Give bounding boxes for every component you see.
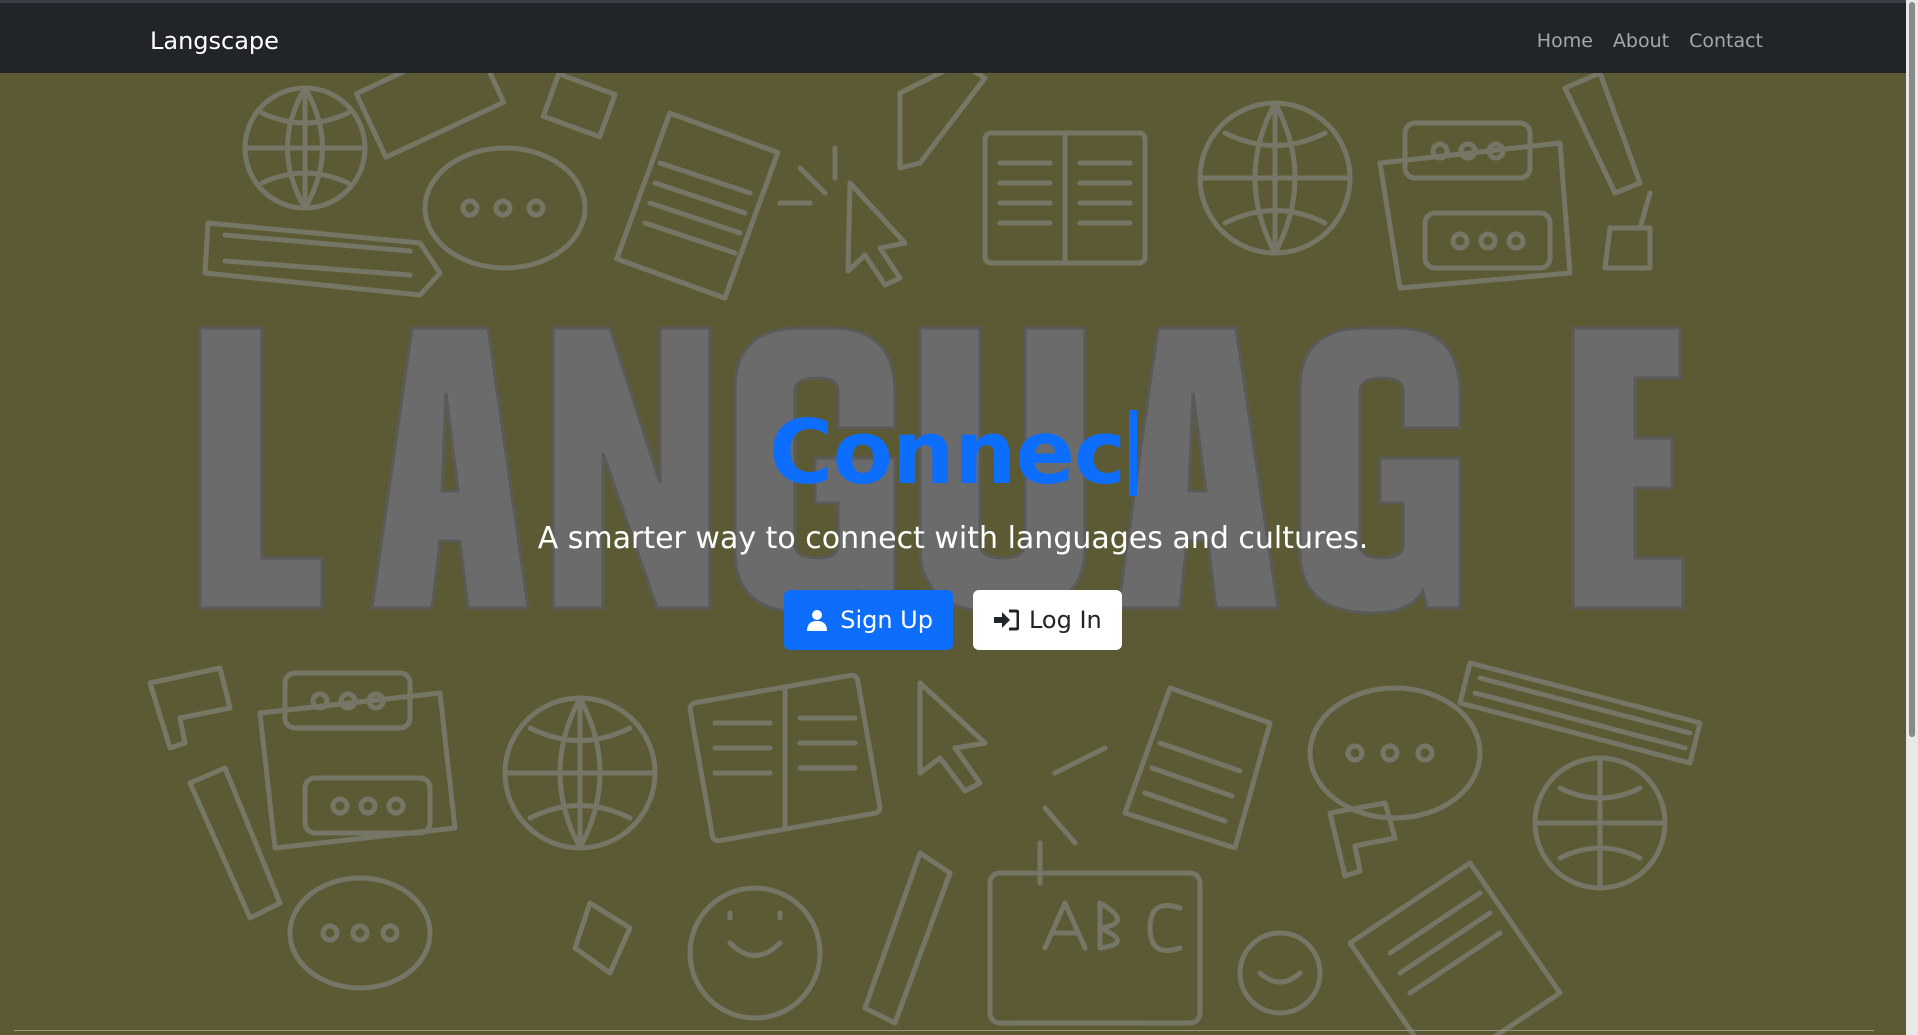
hero-section: Connec A smarter way to connect with lan… <box>0 73 1906 1035</box>
sign-in-icon <box>993 607 1019 633</box>
typed-heading: Connec <box>768 401 1138 504</box>
nav-link-contact[interactable]: Contact <box>1689 30 1763 52</box>
divider <box>14 1030 1874 1031</box>
sign-up-button[interactable]: Sign Up <box>784 590 953 650</box>
nav-links: Home About Contact <box>1537 30 1763 52</box>
hero-content: Connec A smarter way to connect with lan… <box>0 403 1906 650</box>
nav-link-home[interactable]: Home <box>1537 30 1593 52</box>
scrollbar-thumb[interactable] <box>1909 2 1915 737</box>
nav-link-about[interactable]: About <box>1613 30 1669 52</box>
typed-text: Connec <box>768 401 1126 504</box>
user-icon <box>804 607 830 633</box>
hero-tagline: A smarter way to connect with languages … <box>537 521 1369 556</box>
log-in-label: Log In <box>1028 606 1102 634</box>
hero-buttons: Sign Up Log In <box>0 590 1906 650</box>
brand-link[interactable]: Langscape <box>150 27 279 55</box>
sign-up-label: Sign Up <box>840 606 933 634</box>
scrollbar[interactable] <box>1906 0 1918 1035</box>
log-in-button[interactable]: Log In <box>972 590 1122 650</box>
navbar: Langscape Home About Contact <box>0 0 1918 73</box>
typing-cursor <box>1129 410 1138 496</box>
